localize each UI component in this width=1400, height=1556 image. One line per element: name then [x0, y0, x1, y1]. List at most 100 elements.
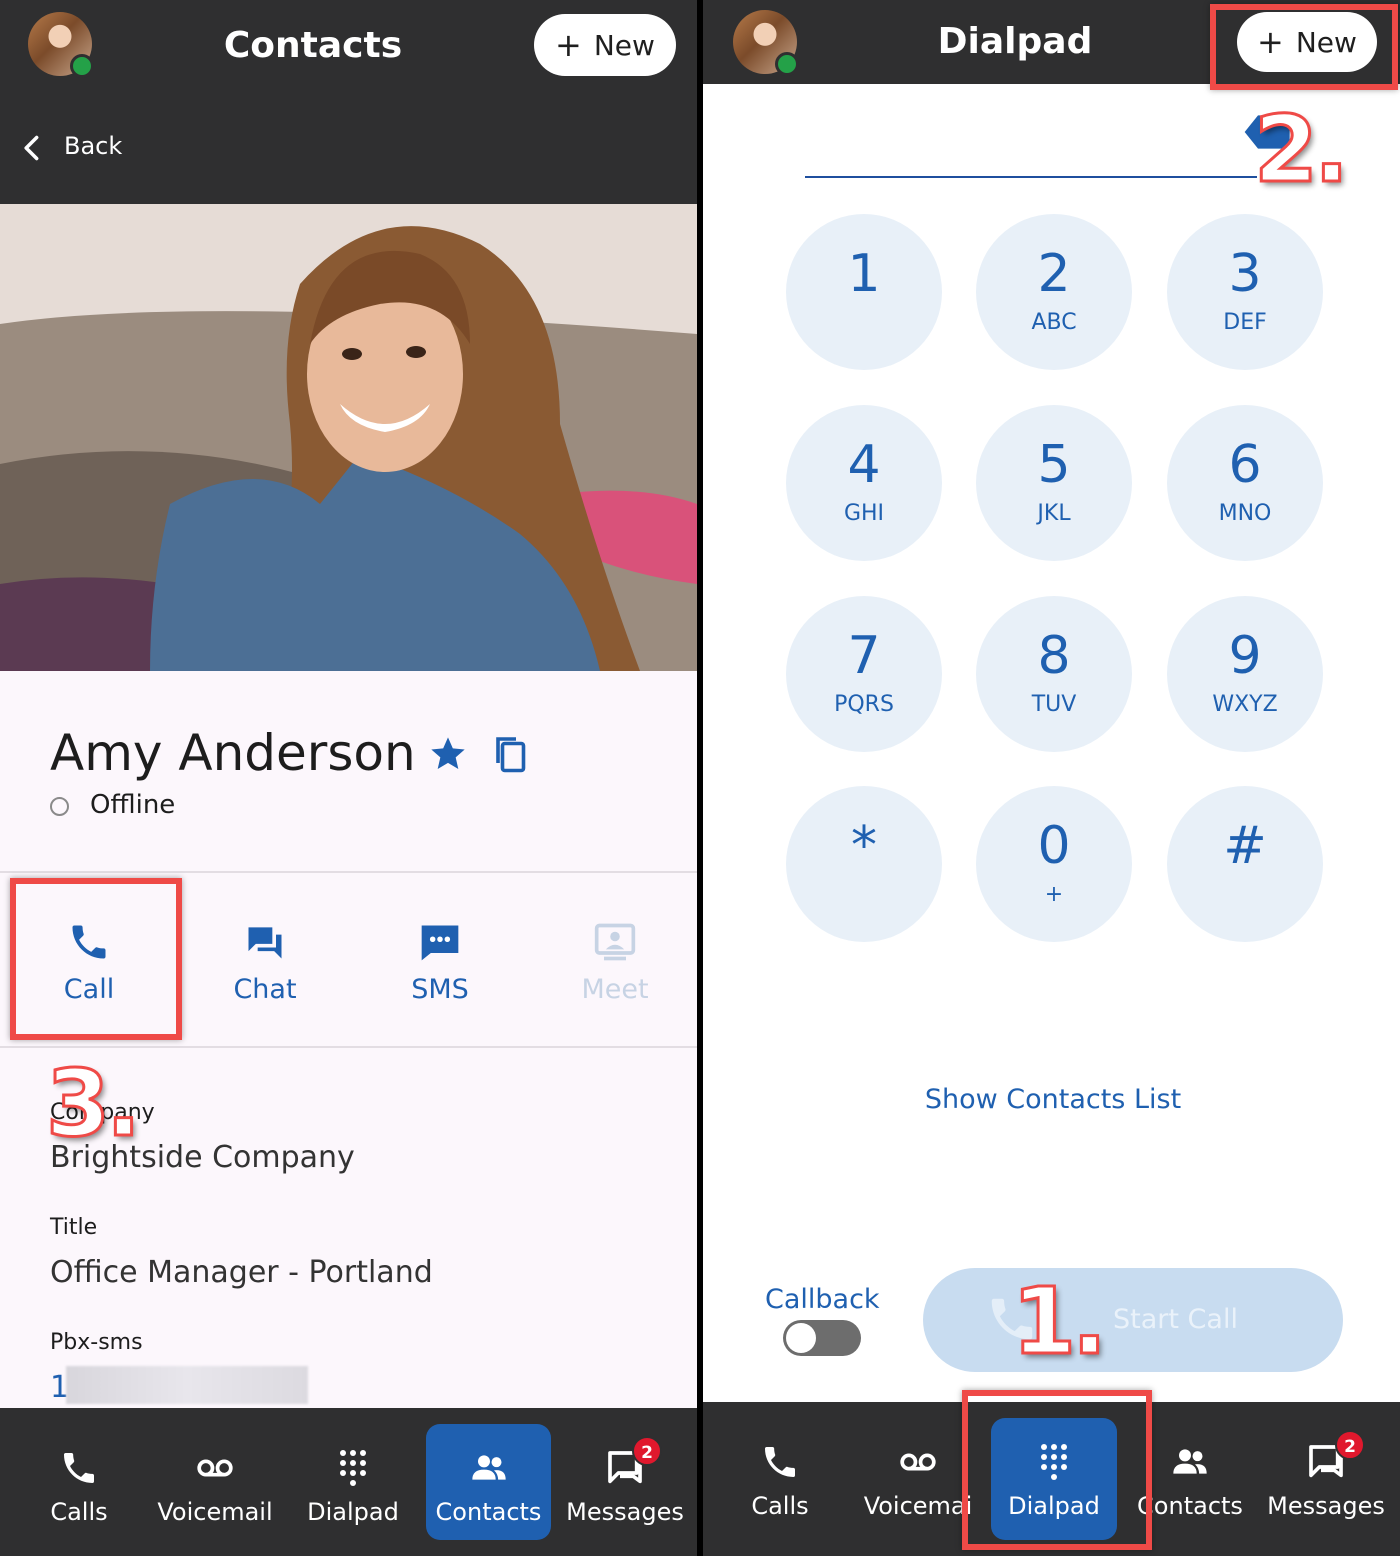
tab-messages[interactable]: Messages 2: [1263, 1402, 1389, 1556]
meet-action-label: Meet: [581, 974, 649, 1005]
key-letters: JKL: [1037, 501, 1071, 526]
tab-messages[interactable]: Messages 2: [562, 1408, 688, 1556]
key-digit: 3: [1228, 244, 1262, 304]
dialpad-key-5[interactable]: 5 JKL: [976, 405, 1132, 561]
new-button[interactable]: + New: [534, 14, 676, 76]
sms-action-button[interactable]: SMS: [365, 920, 515, 1005]
tab-voicemail-label: Voicemai: [863, 1492, 973, 1520]
messages-badge: 2: [632, 1436, 662, 1466]
dialpad-key-6[interactable]: 6 MNO: [1167, 405, 1323, 561]
phone-icon: [64, 1453, 94, 1483]
title-value: Office Manager - Portland: [50, 1255, 433, 1290]
tab-contacts[interactable]: Contacts: [426, 1408, 551, 1556]
page-title: Contacts: [223, 25, 403, 66]
tab-messages-label: Messages: [1267, 1492, 1385, 1520]
pbx-sms-label: Pbx-sms: [50, 1330, 143, 1355]
dialpad-key-hash[interactable]: #: [1167, 786, 1323, 942]
tab-voicemail[interactable]: Voicemail: [152, 1408, 278, 1556]
chevron-left-icon[interactable]: [18, 134, 46, 162]
status-offline-icon: [50, 797, 69, 816]
step-1-marker: 1.: [1011, 1267, 1109, 1377]
new-button-label: New: [1295, 25, 1357, 59]
dialpad-key-4[interactable]: 4 GHI: [786, 405, 942, 561]
key-digit: #: [1223, 816, 1267, 876]
key-digit: *: [851, 816, 877, 876]
back-bar: Back: [0, 92, 697, 204]
tab-calls-label: Calls: [50, 1498, 108, 1526]
back-button[interactable]: Back: [64, 132, 122, 160]
key-digit: 4: [847, 435, 881, 495]
plus-icon: +: [555, 26, 582, 64]
tab-dialpad[interactable]: Dialpad: [991, 1402, 1117, 1556]
app-header: Contacts + New: [0, 0, 697, 92]
dialpad-key-9[interactable]: 9 WXYZ: [1167, 596, 1323, 752]
new-button[interactable]: + New: [1237, 12, 1377, 72]
step-2-marker: 2.: [1253, 95, 1351, 205]
dialpad-key-8[interactable]: 8 TUV: [976, 596, 1132, 752]
divider: [0, 871, 697, 873]
start-call-label: Start Call: [1113, 1304, 1238, 1335]
key-letters: GHI: [843, 501, 885, 526]
phone-icon: [765, 1447, 795, 1477]
tab-voicemail-label: Voicemail: [157, 1498, 273, 1526]
key-digit: 0: [1037, 816, 1071, 876]
contacts-icon: [471, 1455, 506, 1480]
key-digit: 5: [1037, 435, 1071, 495]
dialpad-key-1[interactable]: 1: [786, 214, 942, 370]
start-call-button[interactable]: Start Call: [923, 1268, 1343, 1372]
call-action-button[interactable]: Call: [14, 920, 164, 1005]
bottom-tab-bar: Calls Voicemai Dialpad Contacts Messages…: [703, 1402, 1400, 1556]
app-header: Dialpad + New: [703, 0, 1400, 84]
dialpad-key-2[interactable]: 2 ABC: [976, 214, 1132, 370]
key-digit: 9: [1228, 626, 1262, 686]
key-letters: DEF: [1223, 310, 1267, 335]
chat-action-label: Chat: [233, 974, 297, 1005]
page-title: Dialpad: [937, 21, 1093, 62]
contact-status: Offline: [90, 790, 176, 820]
contact-photo: [0, 204, 697, 671]
redacted-number: [66, 1366, 308, 1404]
tab-dialpad-label: Dialpad: [1008, 1492, 1100, 1520]
dialpad-key-star[interactable]: *: [786, 786, 942, 942]
sms-action-label: SMS: [411, 974, 469, 1005]
copy-icon[interactable]: [492, 734, 528, 774]
show-contacts-list-link[interactable]: Show Contacts List: [703, 1084, 1400, 1115]
contacts-icon: [1173, 1449, 1207, 1474]
voicemail-icon: [197, 1459, 233, 1477]
voicemail-icon: [900, 1453, 936, 1471]
tab-dialpad-label: Dialpad: [307, 1498, 399, 1526]
key-digit: 2: [1037, 244, 1071, 304]
divider: [0, 1046, 697, 1048]
sms-icon: [421, 925, 459, 961]
key-letters: TUV: [1031, 692, 1077, 717]
callback-label: Callback: [765, 1284, 880, 1315]
chat-icon: [248, 927, 282, 959]
meet-action-button: Meet: [540, 920, 690, 1005]
contact-photo-illustration: [0, 204, 697, 671]
screenshot-stage: Contacts + New Back Amy Anderson Offline…: [0, 0, 1400, 1556]
tab-calls[interactable]: Calls: [717, 1402, 843, 1556]
tab-calls[interactable]: Calls: [16, 1408, 142, 1556]
key-letters: +: [1044, 882, 1064, 907]
key-letters: ABC: [1031, 310, 1077, 335]
chat-action-button[interactable]: Chat: [190, 920, 340, 1005]
contact-detail-screen: Contacts + New Back Amy Anderson Offline…: [0, 0, 697, 1556]
callback-toggle[interactable]: [783, 1320, 861, 1356]
tab-voicemail[interactable]: Voicemai: [855, 1402, 981, 1556]
dialpad-key-0[interactable]: 0 +: [976, 786, 1132, 942]
tab-contacts[interactable]: Contacts: [1127, 1402, 1253, 1556]
toggle-knob: [786, 1323, 816, 1353]
dialpad-icon: [340, 1450, 366, 1486]
tab-dialpad[interactable]: Dialpad: [290, 1408, 416, 1556]
key-digit: 7: [847, 626, 881, 686]
step-3-marker: 3.: [45, 1049, 143, 1159]
contact-name: Amy Anderson: [50, 724, 416, 782]
key-digit: 6: [1228, 435, 1262, 495]
dialpad-key-3[interactable]: 3 DEF: [1167, 214, 1323, 370]
star-icon[interactable]: [428, 734, 468, 774]
dialpad-key-7[interactable]: 7 PQRS: [786, 596, 942, 752]
phone-icon: [72, 925, 106, 959]
dialed-number-input[interactable]: [805, 176, 1257, 178]
messages-badge: 2: [1335, 1430, 1365, 1460]
key-letters: MNO: [1218, 501, 1272, 526]
